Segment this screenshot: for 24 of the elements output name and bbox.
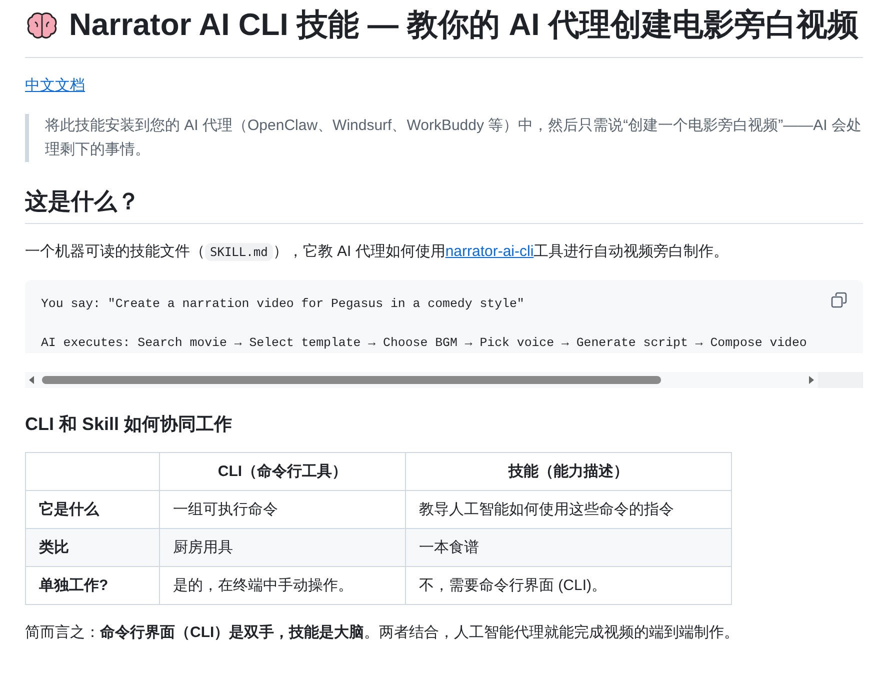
section-heading: CLI 和 Skill 如何协同工作 — [25, 412, 234, 436]
copy-icon[interactable] — [831, 292, 847, 308]
section-heading: 这是什么？ — [25, 186, 863, 224]
code-line: You say: "Create a narration video for Pegasus in a comedy style" — [41, 296, 524, 313]
page-title: Narrator AI CLI 技能 — 教你的 AI 代理创建电影旁白视频 — [69, 6, 858, 44]
tool-link[interactable]: narrator-ai-cli — [445, 242, 534, 260]
intro-paragraph: 一个机器可读的技能文件（ SKILL.md ），它教 AI 代理如何使用narrator-ai-cli工具进行自动视频旁白制作。 — [25, 242, 730, 263]
table-cell: 它是什么 — [26, 490, 160, 528]
table-cell: 类比 — [26, 528, 160, 566]
table-cell: 单独工作? — [26, 566, 160, 604]
code-line: AI executes: Search movie → Select template → Choose BGM → Pick voice → Generate script → Compose video — [41, 334, 807, 352]
quote-text: 将此技能安装到您的 AI 代理（OpenClaw、Windsurf、WorkBuddy 等）中，然后只需说“创建一个电影旁白视频”——AI 会处理剩下的事情。 — [25, 114, 863, 162]
column-header: CLI（命令行工具） — [160, 452, 406, 490]
column-header: 技能（能力描述） — [406, 452, 732, 490]
inline-code: SKILL.md — [205, 242, 273, 261]
table-cell: 是的，在终端中手动操作。 — [160, 566, 406, 604]
table-cell: 不，需要命令行界面 (CLI)。 — [406, 566, 732, 604]
language-link[interactable]: 中文文档 — [25, 76, 85, 94]
table-cell: 厨房用具 — [160, 528, 406, 566]
summary-paragraph: 简而言之：命令行界面（CLI）是双手，技能是大脑。两者结合，人工智能代理就能完成视频的端到端制作。 — [25, 622, 740, 643]
table-cell: 一组可执行命令 — [160, 490, 406, 528]
table-cell: 一本食谱 — [406, 528, 732, 566]
horizontal-scrollbar[interactable] — [25, 372, 863, 388]
table-cell: 教导人工智能如何使用这些命令的指令 — [406, 490, 732, 528]
